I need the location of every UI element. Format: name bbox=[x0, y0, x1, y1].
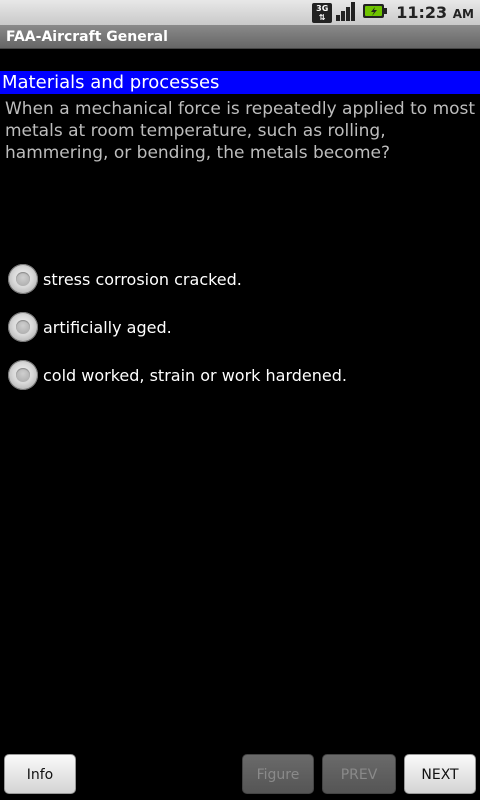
category-header: Materials and processes bbox=[0, 71, 480, 94]
app-title: FAA-Aircraft General bbox=[6, 29, 168, 45]
network-3g-icon: 3G ⇅ bbox=[312, 2, 333, 23]
radio-button[interactable] bbox=[8, 264, 38, 294]
status-bar: 3G ⇅ 11:23 AM bbox=[0, 0, 480, 25]
battery-charging-icon bbox=[362, 2, 388, 24]
question-text: When a mechanical force is repeatedly ap… bbox=[5, 99, 476, 163]
answer-option-label: cold worked, strain or work hardened. bbox=[43, 365, 347, 385]
next-button[interactable]: NEXT bbox=[404, 754, 476, 794]
answer-option-3[interactable]: cold worked, strain or work hardened. bbox=[8, 359, 347, 391]
prev-button[interactable]: PREV bbox=[322, 754, 396, 794]
status-clock: 11:23 AM bbox=[396, 3, 474, 22]
answer-option-1[interactable]: stress corrosion cracked. bbox=[8, 263, 242, 295]
app-title-bar: FAA-Aircraft General bbox=[0, 25, 480, 49]
figure-button[interactable]: Figure bbox=[242, 754, 314, 794]
radio-button[interactable] bbox=[8, 312, 38, 342]
info-button[interactable]: Info bbox=[4, 754, 76, 794]
answer-option-label: stress corrosion cracked. bbox=[43, 269, 242, 289]
answer-option-2[interactable]: artificially aged. bbox=[8, 311, 172, 343]
signal-strength-icon bbox=[336, 1, 358, 25]
network-type-label: 3G bbox=[316, 3, 329, 13]
clock-time: 11:23 bbox=[396, 3, 448, 22]
radio-button[interactable] bbox=[8, 360, 38, 390]
answer-option-label: artificially aged. bbox=[43, 317, 172, 337]
clock-ampm: AM bbox=[452, 7, 474, 21]
